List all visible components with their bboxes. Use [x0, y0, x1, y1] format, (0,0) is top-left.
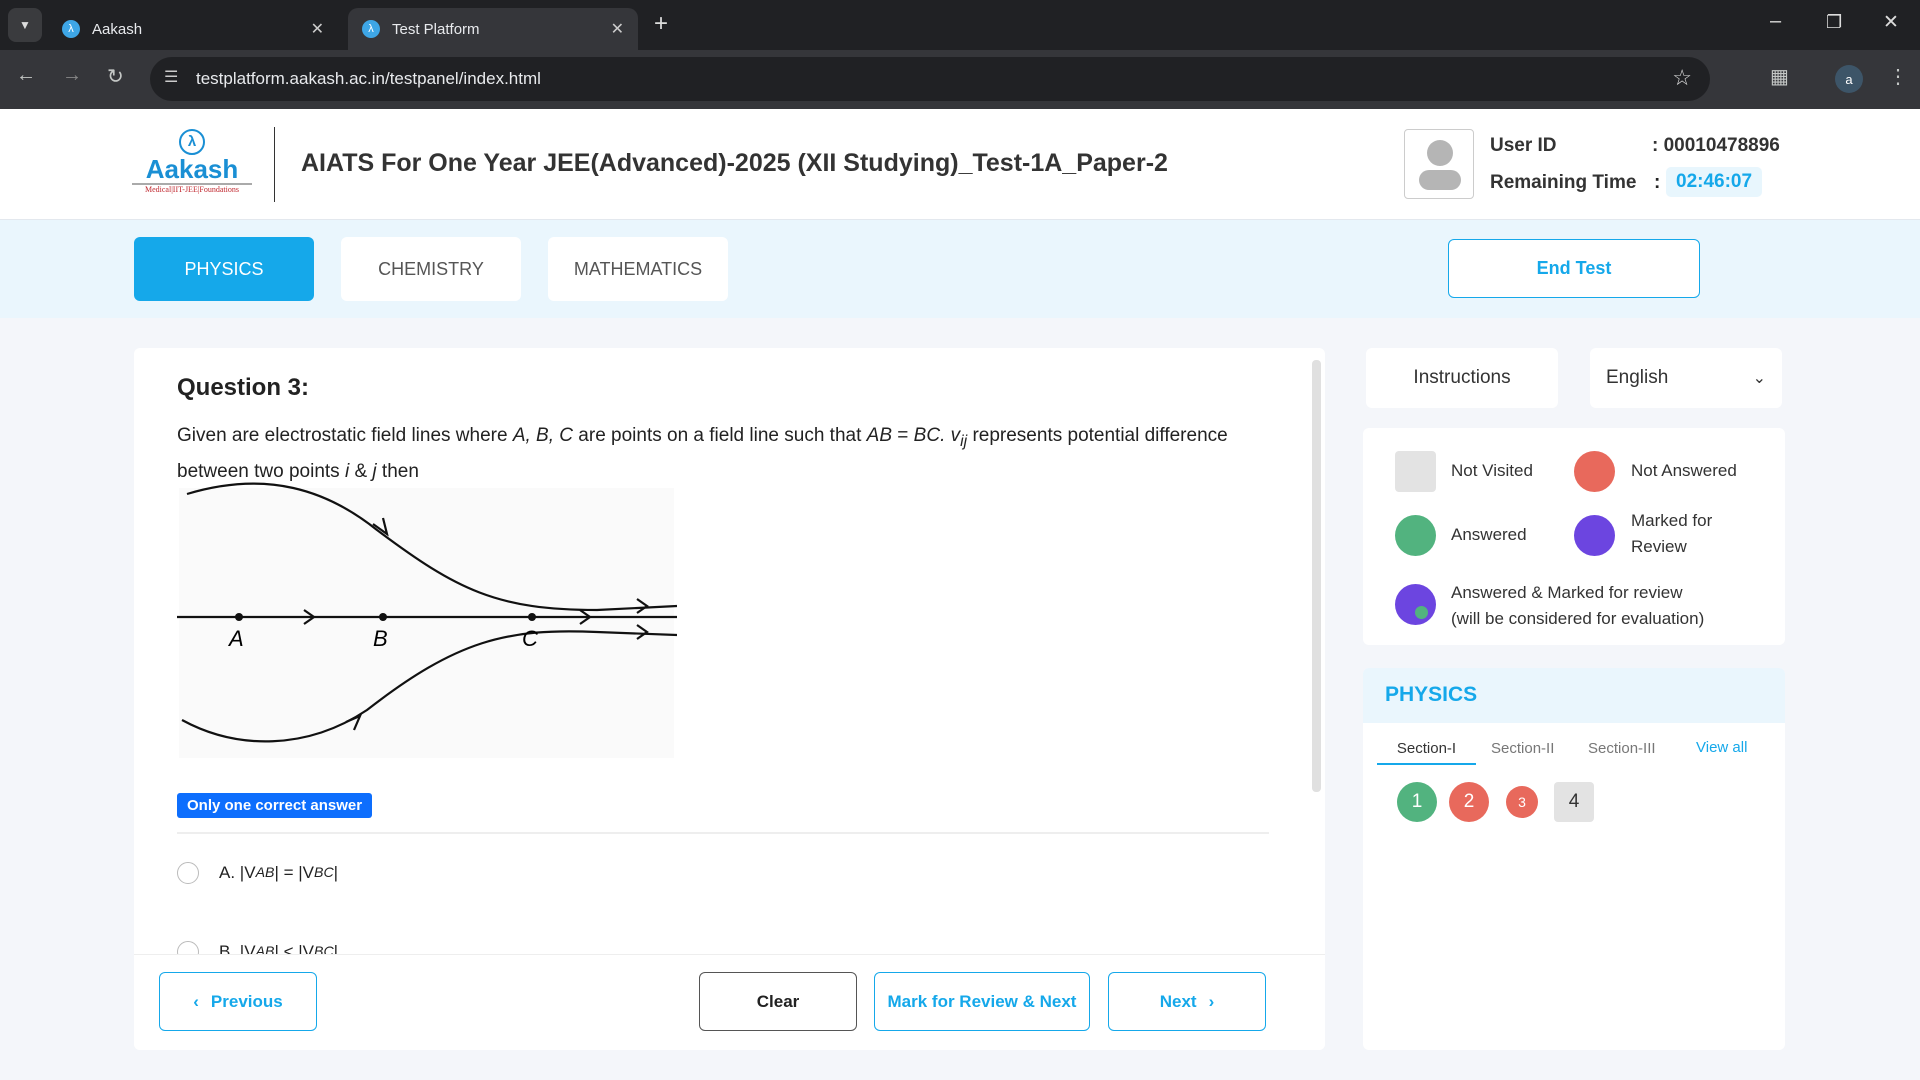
close-tab-icon[interactable]: ✕ — [611, 19, 624, 39]
bookmark-star-icon[interactable]: ☆ — [1672, 65, 1692, 91]
user-avatar — [1404, 129, 1474, 199]
browser-toolbar: ← → ↻ ☰ testplatform.aakash.ac.in/testpa… — [0, 50, 1920, 109]
view-all-link[interactable]: View all — [1696, 739, 1747, 756]
divider — [177, 832, 1269, 834]
tab-mathematics[interactable]: MATHEMATICS — [548, 237, 728, 301]
answer-type-badge: Only one correct answer — [177, 793, 373, 818]
question-panel: Question 3: Given are electrostatic fiel… — [134, 348, 1325, 1050]
aakash-favicon: λ — [362, 20, 380, 38]
minimize-icon[interactable]: – — [1770, 10, 1781, 33]
chevron-right-icon: › — [1208, 991, 1215, 1011]
remaining-time-value: 02:46:07 — [1666, 167, 1763, 197]
section-tab-3[interactable]: Section-III — [1588, 740, 1656, 757]
status-legend: Not Visited Not Answered Answered Marked… — [1363, 428, 1785, 645]
question-title: Question 3: — [177, 374, 310, 401]
site-info-icon[interactable]: ☰ — [164, 67, 178, 87]
aakash-favicon: λ — [62, 20, 80, 38]
user-id-label: User ID — [1490, 135, 1557, 156]
test-title: AIATS For One Year JEE(Advanced)-2025 (X… — [301, 149, 1168, 177]
marked-swatch — [1574, 515, 1615, 556]
browser-tab-aakash[interactable]: λ Aakash ✕ — [48, 8, 338, 50]
chevron-left-icon: ‹ — [193, 991, 199, 1011]
restore-icon[interactable]: ❐ — [1826, 12, 1842, 33]
question-4-button[interactable]: 4 — [1554, 782, 1594, 822]
question-3-button[interactable]: 3 — [1506, 786, 1538, 818]
tab-physics[interactable]: PHYSICS — [134, 237, 314, 301]
end-test-button[interactable]: End Test — [1448, 239, 1700, 298]
reload-icon[interactable]: ↻ — [107, 64, 124, 89]
page-header: λ Aakash Medical|IIT-JEE|Foundations AIA… — [0, 109, 1920, 220]
user-id-value: : 00010478896 — [1652, 135, 1780, 156]
question-palette: PHYSICS Section-I Section-II Section-III… — [1363, 668, 1785, 1050]
not-visited-swatch — [1395, 451, 1436, 492]
address-bar[interactable]: ☰ testplatform.aakash.ac.in/testpanel/in… — [150, 57, 1710, 101]
question-text: Given are electrostatic field lines wher… — [177, 425, 1228, 482]
question-1-button[interactable]: 1 — [1397, 782, 1437, 822]
not-answered-swatch — [1574, 451, 1615, 492]
language-select[interactable]: English ⌄ — [1590, 348, 1782, 408]
field-lines-figure: A B C — [177, 482, 677, 758]
answered-swatch — [1395, 515, 1436, 556]
extensions-icon[interactable]: ▦ — [1770, 64, 1789, 89]
instructions-button[interactable]: Instructions — [1366, 348, 1558, 408]
header-divider — [274, 127, 275, 202]
answered-marked-swatch — [1395, 584, 1436, 625]
section-tab-2[interactable]: Section-II — [1491, 740, 1554, 757]
point-label-b: B — [373, 626, 388, 651]
new-tab-icon[interactable]: + — [654, 10, 668, 38]
browser-tab-test-platform[interactable]: λ Test Platform ✕ — [348, 8, 638, 50]
palette-subject-title: PHYSICS — [1385, 683, 1478, 706]
chevron-down-icon: ⌄ — [1752, 370, 1766, 387]
scrollbar[interactable] — [1312, 360, 1321, 792]
clear-button[interactable]: Clear — [699, 972, 857, 1031]
close-window-icon[interactable]: ✕ — [1883, 11, 1899, 34]
point-label-a: A — [227, 626, 244, 651]
mark-for-review-next-button[interactable]: Mark for Review & Next — [874, 972, 1090, 1031]
profile-avatar[interactable]: a — [1835, 65, 1863, 93]
menu-icon[interactable]: ⋮ — [1888, 64, 1908, 89]
remaining-time-label: Remaining Time — [1490, 172, 1637, 193]
next-button[interactable]: Next › — [1108, 972, 1266, 1031]
back-icon[interactable]: ← — [16, 64, 36, 87]
aakash-logo: λ Aakash Medical|IIT-JEE|Foundations — [132, 129, 252, 201]
section-tab-1[interactable]: Section-I — [1377, 740, 1476, 765]
forward-icon[interactable]: → — [62, 64, 82, 87]
tab-search-button[interactable]: ▼ — [8, 8, 42, 42]
question-2-button[interactable]: 2 — [1449, 782, 1489, 822]
subject-bar: PHYSICS CHEMISTRY MATHEMATICS End Test — [0, 220, 1920, 318]
previous-button[interactable]: ‹ Previous — [159, 972, 317, 1031]
close-tab-icon[interactable]: ✕ — [311, 19, 324, 39]
option-a-radio[interactable] — [177, 862, 199, 884]
point-label-c: C — [522, 626, 538, 651]
browser-tab-bar: ▼ λ Aakash ✕ λ Test Platform ✕ + – ❐ ✕ — [0, 0, 1920, 50]
tab-chemistry[interactable]: CHEMISTRY — [341, 237, 521, 301]
option-a[interactable]: A. |V AB | = |V BC | — [177, 862, 338, 884]
